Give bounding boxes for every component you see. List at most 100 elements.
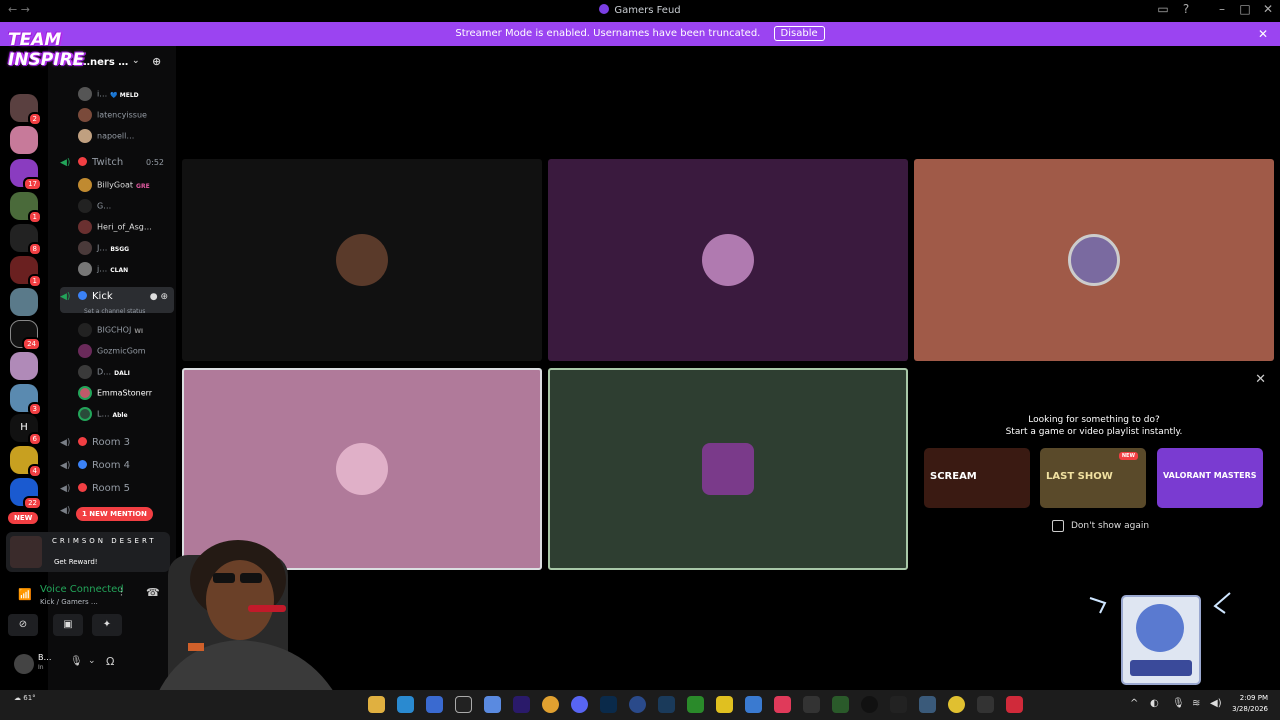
disable-button[interactable]: Disable (773, 26, 825, 41)
chevron-down-icon[interactable]: ⌄ (88, 656, 96, 666)
voice-member[interactable]: j… CLAN (78, 262, 174, 280)
activity-card[interactable]: LAST SHOW NEW (1040, 448, 1146, 508)
server-icon[interactable] (10, 352, 38, 380)
participant-tile[interactable] (548, 159, 908, 361)
voice-member[interactable]: G… (78, 199, 174, 217)
clock[interactable]: 2:09 PM 3/28/2026 (1232, 693, 1268, 715)
screen-share-button[interactable]: ▣ (53, 614, 83, 636)
app-icon[interactable] (861, 696, 878, 713)
microphone-icon[interactable]: 🎙 (1172, 698, 1185, 709)
voice-member[interactable]: napoell… (78, 129, 174, 147)
server-icon[interactable] (10, 288, 38, 316)
app-icon[interactable] (890, 696, 907, 713)
close-window-button[interactable]: ✕ (1259, 2, 1277, 16)
app-icon[interactable] (832, 696, 849, 713)
voice-channel-room3[interactable]: ◀) Room 3 (60, 433, 174, 453)
app-icon[interactable] (977, 696, 994, 713)
wifi-icon[interactable]: ≋ (1192, 698, 1200, 709)
network-icon[interactable]: ◐ (1150, 698, 1159, 709)
voice-member[interactable]: L… Able (78, 407, 174, 425)
music-icon[interactable] (774, 696, 791, 713)
voice-member[interactable]: i… 💙 MELD (78, 87, 174, 105)
voice-channel-kick[interactable]: ◀) Kick ● ⊕ Set a channel status (60, 287, 174, 315)
server-icon[interactable]: 8 (10, 224, 42, 256)
edge-icon[interactable] (397, 696, 414, 713)
dont-show-label[interactable]: Don't show again (1071, 521, 1149, 531)
premiere-icon[interactable] (513, 696, 530, 713)
xbox-icon[interactable] (687, 696, 704, 713)
voice-member[interactable]: J… BSGG (78, 241, 174, 259)
voice-channel-link[interactable]: Kick / Gamers … (40, 598, 98, 606)
activity-card[interactable]: VALORANT MASTERS (1157, 448, 1263, 508)
voice-member[interactable]: Heri_of_Asg… (78, 220, 174, 238)
chrome-icon[interactable] (542, 696, 559, 713)
new-pill[interactable]: NEW (8, 512, 39, 524)
app-icon[interactable] (484, 696, 501, 713)
server-icon[interactable]: 1 (10, 256, 42, 288)
close-icon[interactable]: ✕ (1255, 372, 1266, 387)
video-off-button[interactable]: ⊘ (8, 614, 38, 636)
tray-chevron-icon[interactable]: ^ (1130, 698, 1138, 709)
participant-tile[interactable] (914, 159, 1274, 361)
user-panel[interactable]: B… In 🎙 ⌄ Ω (8, 648, 136, 680)
participant-tile-speaking[interactable] (548, 368, 908, 570)
weather-widget[interactable]: ☁ 61° (14, 694, 36, 702)
avatar (78, 87, 92, 101)
voice-member[interactable]: GozmicGom (78, 344, 174, 362)
voice-channel-room5[interactable]: ◀) Room 5 (60, 479, 174, 499)
volume-icon[interactable]: ◀) (1210, 698, 1222, 709)
maximize-button[interactable]: □ (1236, 2, 1254, 16)
activity-card[interactable]: SCREAM (924, 448, 1030, 508)
activities-button[interactable]: ✦ (92, 614, 122, 636)
discord-icon[interactable] (571, 696, 588, 713)
channel-status[interactable]: Set a channel status (84, 302, 145, 322)
server-icon[interactable]: 1 (10, 192, 42, 224)
server-icon[interactable] (10, 126, 38, 154)
speaker-icon: ◀) (60, 461, 71, 471)
badge: 17 (23, 177, 42, 191)
voice-member[interactable]: BIGCHOJ WI (78, 323, 174, 341)
ea-icon[interactable] (629, 696, 646, 713)
waveform-icon[interactable]: ⫶ (120, 586, 123, 600)
app-icon[interactable] (919, 696, 936, 713)
store-icon[interactable] (426, 696, 443, 713)
voice-connected-label[interactable]: Voice Connected (40, 584, 124, 595)
voice-member[interactable]: EmmaStonerr (78, 386, 174, 404)
microphone-icon[interactable]: 🎙 (70, 656, 83, 667)
server-icon[interactable]: 17 (10, 159, 42, 191)
voice-channel-room4[interactable]: ◀) Room 4 (60, 456, 174, 476)
obs-icon[interactable] (803, 696, 820, 713)
steam-icon[interactable] (658, 696, 675, 713)
avatar (78, 220, 92, 234)
get-reward-link[interactable]: Get Reward! (54, 558, 98, 566)
app-icon[interactable] (745, 696, 762, 713)
help-icon[interactable]: ? (1177, 2, 1195, 16)
participant-tile[interactable] (182, 159, 542, 361)
voice-member[interactable]: BillyGoat GRE (78, 178, 174, 196)
chevron-down-icon[interactable]: ⌄ (132, 56, 140, 66)
file-explorer-icon[interactable] (368, 696, 385, 713)
headphones-icon[interactable]: Ω (106, 655, 114, 668)
rockstar-icon[interactable] (716, 696, 733, 713)
server-icon[interactable]: 2 (10, 94, 42, 126)
voice-member[interactable]: D… DALI (78, 365, 174, 383)
server-icon[interactable]: 3 (10, 384, 42, 416)
dont-show-checkbox[interactable] (1052, 520, 1064, 532)
inbox-icon[interactable]: ▭ (1154, 2, 1172, 16)
new-mention-pill[interactable]: 1 NEW MENTION (76, 507, 153, 521)
server-icon[interactable]: 22 (10, 478, 42, 510)
chat-and-invite-icons[interactable]: ● ⊕ (150, 287, 168, 307)
banner-close-icon[interactable]: ✕ (1258, 22, 1268, 46)
voice-member[interactable]: latencyissue (78, 108, 174, 126)
epic-games-icon[interactable] (455, 696, 472, 713)
avatar (78, 407, 92, 421)
app-icon[interactable] (1006, 696, 1023, 713)
server-icon-home[interactable]: H6 (10, 414, 42, 446)
server-icon[interactable]: 4 (10, 446, 42, 478)
lightroom-icon[interactable] (600, 696, 617, 713)
person-add-icon[interactable]: ⊕ (152, 55, 161, 68)
voice-channel-twitch[interactable]: ◀) Twitch 0:52 (60, 153, 174, 173)
minimize-button[interactable]: – (1213, 2, 1231, 16)
server-icon[interactable]: 24 (10, 320, 41, 351)
app-icon[interactable] (948, 696, 965, 713)
